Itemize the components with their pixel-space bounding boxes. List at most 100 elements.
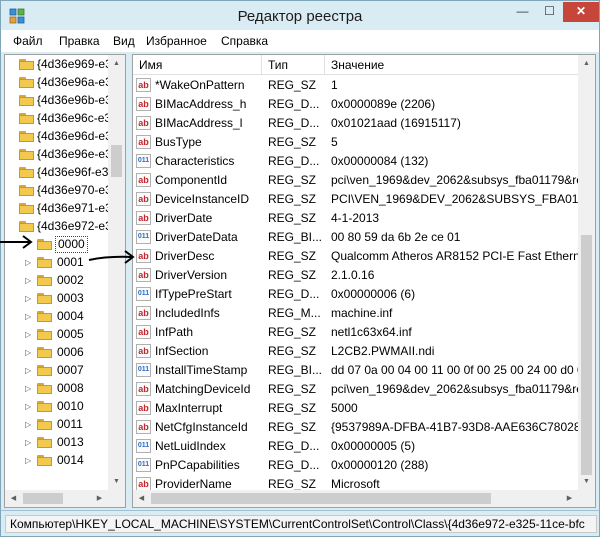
scrollbar-thumb[interactable] [581, 235, 592, 475]
value-type: REG_SZ [268, 420, 317, 434]
tree-item[interactable]: ▷ 0013 [5, 433, 108, 451]
scroll-right-icon[interactable]: ▶ [91, 490, 108, 507]
tree-item[interactable]: ▷ 0011 [5, 415, 108, 433]
value-type: REG_SZ [268, 325, 317, 339]
value-name: BIMacAddress_l [155, 116, 243, 130]
tree-item[interactable]: {4d36e96f-e325 [5, 163, 122, 181]
value-row[interactable]: ab ComponentId REG_SZ pci\ven_1969&dev_2062… [133, 171, 578, 190]
scroll-down-icon[interactable]: ▼ [578, 473, 595, 490]
maximize-button[interactable]: ☐ [536, 2, 563, 22]
tree-item[interactable]: {4d36e96a-e325 [5, 73, 125, 91]
value-row[interactable]: ab InfSection REG_SZ L2CB2.PWMAII.ndi [133, 342, 578, 361]
expand-arrow-icon[interactable]: ▷ [25, 312, 34, 321]
key-tree[interactable]: {4d36e969-e325 {4d36e96a-e325 {4d36e96b-e3… [4, 54, 126, 508]
tree-item[interactable]: ▷ 0008 [5, 379, 108, 397]
value-type: REG_SZ [268, 249, 317, 263]
scroll-up-icon[interactable]: ▲ [578, 55, 595, 72]
expand-arrow-icon[interactable]: ▷ [25, 402, 34, 411]
scroll-left-icon[interactable]: ◀ [133, 490, 150, 507]
value-data: {9537989A-DFBA-41B7-93D8-AAE636C78028} [331, 420, 578, 434]
menu-bar: Файл Правка Вид Избранное Справка [0, 30, 600, 52]
expand-arrow-icon[interactable]: ▷ [25, 456, 34, 465]
tree-horizontal-scrollbar[interactable]: ◀ ▶ [5, 490, 108, 507]
value-row[interactable]: ab DriverDesc REG_SZ Qualcomm Atheros AR815… [133, 247, 578, 266]
tree-vertical-scrollbar[interactable]: ▲ ▼ [108, 55, 125, 507]
scroll-left-icon[interactable]: ◀ [5, 490, 22, 507]
menu-favorites[interactable]: Избранное [146, 34, 207, 48]
value-row[interactable]: ab InfPath REG_SZ netl1c63x64.inf [133, 323, 578, 342]
tree-item[interactable]: {4d36e96c-e325 [5, 109, 124, 127]
value-row[interactable]: ab DriverDate REG_SZ 4-1-2013 [133, 209, 578, 228]
value-row[interactable]: ab DriverVersion REG_SZ 2.1.0.16 [133, 266, 578, 285]
expand-arrow-icon[interactable]: ▷ [25, 294, 34, 303]
value-data: 4-1-2013 [331, 211, 380, 225]
value-row[interactable]: ab *WakeOnPattern REG_SZ 1 [133, 76, 578, 95]
tree-item[interactable]: {4d36e96e-e325 [5, 145, 125, 163]
value-data: 0x00000120 (288) [331, 458, 429, 472]
expand-arrow-icon[interactable]: ▷ [25, 330, 34, 339]
scrollbar-thumb[interactable] [23, 493, 63, 504]
tree-item[interactable]: ▷ 0002 [5, 271, 108, 289]
value-row[interactable]: 011 NetLuidIndex REG_D... 0x00000005 (5) [133, 437, 578, 456]
menu-view[interactable]: Вид [113, 34, 135, 48]
expand-arrow-icon[interactable]: ▷ [25, 384, 34, 393]
value-row[interactable]: 011 IfTypePreStart REG_D... 0x00000006 (6) [133, 285, 578, 304]
string-value-icon: ab [136, 135, 151, 149]
value-row[interactable]: ab BusType REG_SZ 5 [133, 133, 578, 152]
tree-item[interactable]: {4d36e96d-e325 [5, 127, 125, 145]
value-row[interactable]: ab MaxInterrupt REG_SZ 5000 [133, 399, 578, 418]
folder-icon [19, 112, 34, 124]
value-row[interactable]: 011 InstallTimeStamp REG_BI... dd 07 0a 00 … [133, 361, 578, 380]
tree-item[interactable]: ▷ 0007 [5, 361, 108, 379]
close-button[interactable]: ✕ [563, 2, 599, 22]
string-value-icon: ab [136, 249, 151, 263]
value-row[interactable]: ab NetCfgInstanceId REG_SZ {9537989A-DFBA-4… [133, 418, 578, 437]
values-list[interactable]: Имя Тип Значение ab *WakeOnPattern REG_SZ 1… [132, 54, 596, 508]
minimize-button[interactable]: — [509, 2, 536, 22]
tree-item[interactable]: ▷ 0003 [5, 289, 108, 307]
expand-arrow-icon[interactable]: ▷ [25, 258, 34, 267]
scrollbar-thumb[interactable] [111, 145, 122, 177]
string-value-icon: ab [136, 268, 151, 282]
tree-item[interactable]: {4d36e96b-e325 [5, 91, 125, 109]
value-data: 1 [331, 78, 338, 92]
expand-arrow-icon[interactable]: ▷ [25, 438, 34, 447]
folder-icon [19, 76, 34, 88]
value-row[interactable]: ab BIMacAddress_h REG_D... 0x0000089e (2206… [133, 95, 578, 114]
scroll-right-icon[interactable]: ▶ [561, 490, 578, 507]
menu-help[interactable]: Справка [221, 34, 268, 48]
value-row[interactable]: ab MatchingDeviceId REG_SZ pci\ven_1969&dev… [133, 380, 578, 399]
tree-item[interactable]: {4d36e969-e325 [5, 55, 125, 73]
tree-item[interactable]: ▷ 0004 [5, 307, 108, 325]
scrollbar-thumb[interactable] [151, 493, 491, 504]
column-header-type[interactable]: Тип [262, 55, 324, 75]
column-header-value[interactable]: Значение [325, 55, 579, 75]
tree-item[interactable]: ▷ 0014 [5, 451, 108, 469]
value-name: DriverDateData [155, 230, 238, 244]
menu-edit[interactable]: Правка [59, 34, 100, 48]
tree-item[interactable]: ▷ 0005 [5, 325, 108, 343]
value-name: DriverVersion [155, 268, 228, 282]
value-row[interactable]: 011 PnPCapabilities REG_D... 0x00000120 (28… [133, 456, 578, 475]
tree-item[interactable]: ▷ 0010 [5, 397, 108, 415]
list-horizontal-scrollbar[interactable]: ◀ ▶ [133, 490, 578, 507]
column-header-name[interactable]: Имя [133, 55, 261, 75]
value-data: pci\ven_1969&dev_2062&subsys_fba01179&re [331, 382, 578, 396]
list-vertical-scrollbar[interactable]: ▲ ▼ [578, 55, 595, 507]
expand-arrow-icon[interactable]: ▷ [25, 348, 34, 357]
value-row[interactable]: 011 Characteristics REG_D... 0x00000084 (13… [133, 152, 578, 171]
expand-arrow-icon[interactable]: ▷ [25, 420, 34, 429]
value-row[interactable]: ab BIMacAddress_l REG_D... 0x01021aad (1691… [133, 114, 578, 133]
tree-item[interactable]: ▷ 0006 [5, 343, 108, 361]
value-row[interactable]: ab IncludedInfs REG_M... machine.inf [133, 304, 578, 323]
value-row[interactable]: ab DeviceInstanceID REG_SZ PCI\VEN_1969&DEV… [133, 190, 578, 209]
value-row[interactable]: 011 DriverDateData REG_BI... 00 80 59 da 6b… [133, 228, 578, 247]
tree-item[interactable]: {4d36e970-e325 [5, 181, 125, 199]
scroll-down-icon[interactable]: ▼ [108, 473, 125, 490]
expand-arrow-icon[interactable]: ▷ [25, 366, 34, 375]
scroll-up-icon[interactable]: ▲ [108, 55, 125, 72]
expand-arrow-icon[interactable]: ▷ [25, 276, 34, 285]
tree-item[interactable]: {4d36e971-e325 [5, 199, 125, 217]
menu-file[interactable]: Файл [13, 34, 43, 48]
tree-item-label: 0014 [57, 453, 84, 467]
